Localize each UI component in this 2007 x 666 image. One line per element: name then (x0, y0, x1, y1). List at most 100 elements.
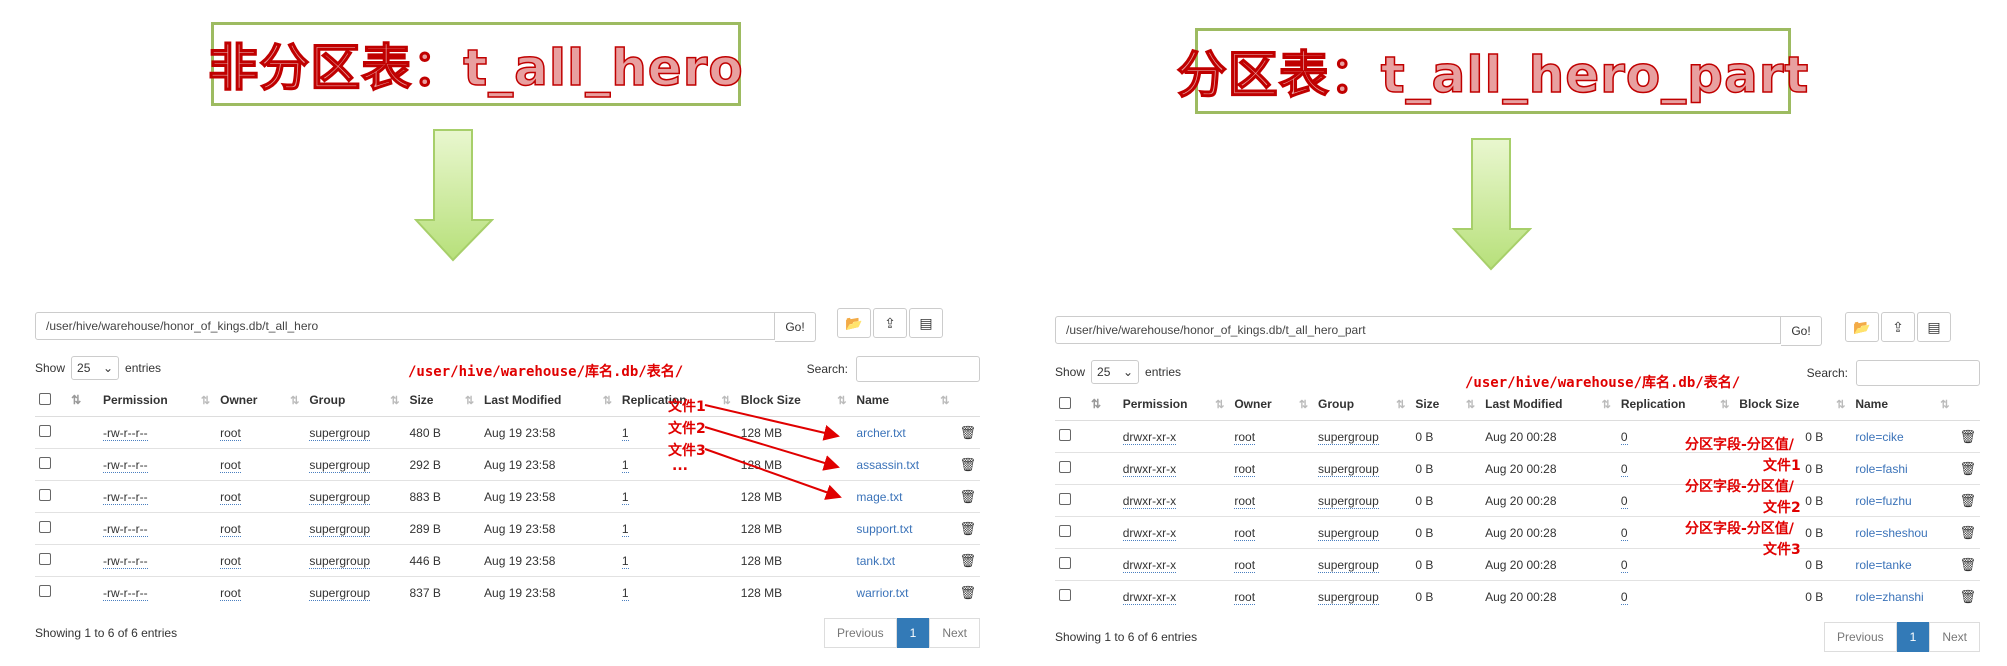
partition-annotation-2-line1: 分区字段-分区值/ (1685, 479, 1794, 495)
dir-name-link[interactable]: role=cike (1855, 430, 1903, 444)
entries-value: 25 (1097, 365, 1111, 379)
dir-name-link[interactable]: role=fashi (1855, 462, 1907, 476)
row-checkbox[interactable] (1059, 461, 1071, 473)
trash-icon[interactable]: 🗑 (1959, 461, 1976, 476)
modified-value: Aug 20 00:28 (1481, 452, 1617, 485)
row-checkbox[interactable] (1059, 525, 1071, 537)
dir-name-link[interactable]: role=tanke (1855, 558, 1911, 572)
right-down-arrow-icon (1452, 138, 1532, 271)
permission-value[interactable]: drwxr-xr-x (1122, 461, 1177, 477)
select-all-checkbox[interactable] (1059, 396, 1071, 409)
chevron-down-icon: ⌄ (1122, 365, 1134, 379)
col-owner[interactable]: Owner (1234, 397, 1271, 411)
row-checkbox[interactable] (1059, 557, 1071, 569)
left-down-arrow-icon (414, 129, 494, 262)
col-name[interactable]: Name (1855, 397, 1888, 411)
page-1-button[interactable]: 1 (1896, 622, 1930, 652)
table-row: drwxr-xr-x root supergroup 0 B Aug 20 00:28 0… (1055, 516, 1980, 549)
previous-button[interactable]: Previous (1823, 622, 1897, 652)
modified-value: Aug 20 00:28 (1481, 580, 1617, 612)
replication-value[interactable]: 0 (1620, 557, 1628, 573)
sort-icon[interactable]: ⇅ (1091, 397, 1101, 411)
size-value: 0 B (1411, 420, 1482, 453)
right-entries-select[interactable]: 25 ⌄ (1091, 360, 1140, 384)
table-row: drwxr-xr-x root supergroup 0 B Aug 20 00:28 0… (1055, 580, 1980, 612)
row-checkbox[interactable] (1059, 589, 1071, 601)
permission-value[interactable]: drwxr-xr-x (1122, 429, 1177, 445)
owner-value[interactable]: root (1234, 557, 1256, 573)
partition-annotation-1-line2: 文件1 (1763, 458, 1801, 474)
trash-icon[interactable]: 🗑 (1959, 557, 1976, 572)
owner-value[interactable]: root (1234, 525, 1256, 541)
right-file-table: ⇅ Permission ⇅ Owner ⇅ Group ⇅ Size ⇅ Last M… (1055, 388, 1980, 612)
group-value[interactable]: supergroup (1318, 589, 1379, 605)
replication-value[interactable]: 0 (1620, 525, 1628, 541)
table-header: ⇅ Permission ⇅ Owner ⇅ Group ⇅ Size ⇅ Last M… (1055, 388, 1980, 421)
group-value[interactable]: supergroup (1318, 525, 1379, 541)
right-show-entries: Show 25 ⌄ entries (1055, 360, 1181, 384)
modified-value: Aug 20 00:28 (1481, 484, 1617, 517)
permission-value[interactable]: drwxr-xr-x (1122, 557, 1177, 573)
trash-icon[interactable]: 🗑 (1959, 525, 1976, 540)
permission-value[interactable]: drwxr-xr-x (1122, 493, 1177, 509)
right-upload-button[interactable]: ⇪ (1881, 312, 1915, 342)
right-folder-open-button[interactable]: 📂 (1845, 312, 1879, 342)
size-value: 0 B (1411, 484, 1482, 517)
left-title-box: 非分区表：t_all_hero (208, 22, 744, 106)
sort-icon: ⇅ (1940, 399, 1950, 411)
permission-value[interactable]: drwxr-xr-x (1122, 589, 1177, 605)
previous-button[interactable]: Previous (823, 618, 897, 648)
right-hdfs-browser: /user/hive/warehouse/honor_of_kings.db/t… (1055, 304, 1980, 664)
size-value: 0 B (1411, 580, 1482, 612)
partition-annotation-3-line2: 文件3 (1763, 542, 1801, 558)
right-go-button[interactable]: Go! (1781, 316, 1822, 346)
owner-value[interactable]: root (1234, 493, 1256, 509)
trash-icon[interactable]: 🗑 (1959, 493, 1976, 508)
next-button[interactable]: Next (929, 618, 980, 648)
table-icon: ▤ (1927, 319, 1941, 335)
trash-icon[interactable]: 🗑 (1959, 589, 1976, 604)
partition-annotation-1-line1: 分区字段-分区值/ (1685, 437, 1794, 453)
group-value[interactable]: supergroup (1318, 429, 1379, 445)
sort-icon: ⇅ (1465, 399, 1476, 411)
right-search-input[interactable] (1856, 360, 1980, 386)
replication-value[interactable]: 0 (1620, 461, 1628, 477)
replication-value[interactable]: 0 (1620, 429, 1628, 445)
left-title: 非分区表：t_all_hero (208, 38, 744, 98)
replication-value[interactable]: 0 (1620, 493, 1628, 509)
file-arrows (704, 404, 842, 500)
col-last-modified[interactable]: Last Modified (1485, 397, 1562, 411)
owner-value[interactable]: root (1234, 589, 1256, 605)
col-replication[interactable]: Replication (1621, 397, 1686, 411)
permission-value[interactable]: drwxr-xr-x (1122, 525, 1177, 541)
sort-icon: ⇅ (1215, 399, 1225, 411)
next-button[interactable]: Next (1929, 622, 1980, 652)
owner-value[interactable]: root (1234, 461, 1256, 477)
dir-name-link[interactable]: role=sheshou (1855, 526, 1927, 540)
replication-value[interactable]: 0 (1620, 589, 1628, 605)
row-checkbox[interactable] (1059, 429, 1071, 441)
right-path-input[interactable]: /user/hive/warehouse/honor_of_kings.db/t… (1055, 316, 1781, 344)
col-size[interactable]: Size (1415, 397, 1439, 411)
search-label: Search: (1806, 366, 1848, 380)
trash-icon[interactable]: 🗑 (1959, 429, 1976, 444)
dir-name-link[interactable]: role=fuzhu (1855, 494, 1911, 508)
owner-value[interactable]: root (1234, 429, 1256, 445)
col-group[interactable]: Group (1318, 397, 1354, 411)
group-value[interactable]: supergroup (1318, 557, 1379, 573)
dir-name-link[interactable]: role=zhanshi (1855, 590, 1923, 604)
table-row: drwxr-xr-x root supergroup 0 B Aug 20 00:28 0… (1055, 548, 1980, 581)
right-pagination: Previous 1 Next (1823, 622, 1980, 652)
size-value: 0 B (1411, 548, 1482, 581)
table-row: drwxr-xr-x root supergroup 0 B Aug 20 00:28 0… (1055, 420, 1980, 453)
col-permission[interactable]: Permission (1123, 397, 1188, 411)
right-table-button[interactable]: ▤ (1917, 312, 1951, 342)
group-value[interactable]: supergroup (1318, 493, 1379, 509)
row-checkbox[interactable] (1059, 493, 1071, 505)
size-value: 0 B (1411, 452, 1482, 485)
page-1-button[interactable]: 1 (896, 618, 930, 648)
left-pagination: Previous 1 Next (823, 618, 980, 648)
right-entries-info: Showing 1 to 6 of 6 entries (1055, 630, 1198, 644)
col-block-size[interactable]: Block Size (1739, 397, 1799, 411)
group-value[interactable]: supergroup (1318, 461, 1379, 477)
